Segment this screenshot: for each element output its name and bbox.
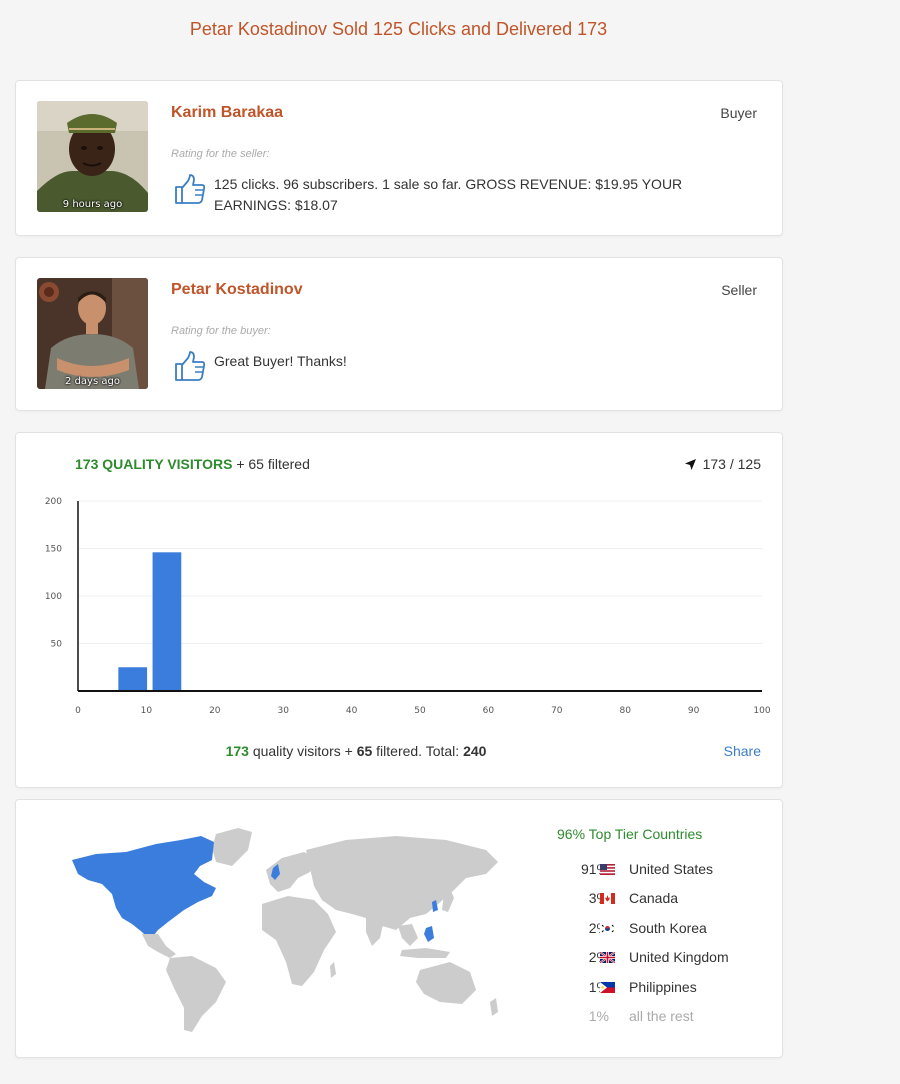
uk-flag-icon [600,952,615,963]
review-text: Great Buyer! Thanks! [214,353,347,369]
south-korea-flag-icon [600,923,615,934]
top-tier-label: 96% Top Tier Countries [557,826,703,842]
philippines-flag-icon [600,982,615,993]
chart-bar[interactable] [118,667,148,691]
reviewer-name[interactable]: Petar Kostadinov [171,281,303,299]
country-name: Philippines [629,979,697,995]
avatar-buyer-image [37,101,148,212]
chart-x-tick-label: 60 [483,706,495,716]
country-row: 2% United Kingdom [536,949,776,971]
country-name: Canada [629,890,679,906]
avatar-buyer[interactable]: 9 hours ago [37,101,148,212]
thumbs-up-icon [175,351,206,381]
totals-total: 240 [463,743,487,759]
chart-y-tick-label: 50 [51,640,63,650]
reviewer-role: Seller [721,282,757,298]
visitors-totals: 173 quality visitors + 65 filtered. Tota… [16,743,696,759]
thumbs-up-icon [175,174,206,204]
review-time: 2 days ago [65,376,120,387]
map-north-america [72,836,216,940]
map-philippines [424,926,434,942]
geo-card: 96% Top Tier Countries 91% United States… [15,799,783,1058]
share-link[interactable]: Share [724,743,761,759]
chart-x-tick-label: 20 [209,706,221,716]
review-card-buyer: 9 hours ago Karim Barakaa Buyer Rating f… [15,80,783,236]
chart-y-tick-label: 200 [45,497,62,507]
reviewer-role: Buyer [720,105,757,121]
country-row: 91% United States [536,861,776,883]
country-name: United States [629,861,714,877]
chart-y-tick-label: 150 [45,545,62,555]
chart-x-tick-label: 100 [753,706,770,716]
canada-flag-icon [600,893,615,904]
reviewer-name[interactable]: Karim Barakaa [171,104,283,122]
chart-x-tick-label: 30 [277,706,289,716]
totals-quality: 173 [225,743,249,759]
rating-label: Rating for the seller: [171,148,270,160]
chart-x-tick-label: 0 [75,706,81,716]
country-row-rest: 1% all the rest [536,1008,776,1030]
review-text: 125 clicks. 96 subscribers. 1 sale so fa… [214,176,683,213]
visitors-chart: 50 100 150 200 0 10 20 30 40 50 60 70 80 90 100 [45,497,771,716]
country-name: all the rest [629,1008,694,1024]
avatar-seller[interactable]: 2 days ago [37,278,148,389]
country-row: 3% Canada [536,890,776,912]
review-time: 9 hours ago [62,199,123,210]
page-title: Petar Kostadinov Sold 125 Clicks and Del… [189,19,608,39]
world-map [72,828,498,1032]
country-percent: 1% [588,1008,609,1024]
country-row: 1% Philippines [536,979,776,1001]
chart-x-tick-label: 50 [414,706,426,716]
country-row: 2% South Korea [536,920,776,942]
review-card-seller: 2 days ago Petar Kostadinov Seller Ratin… [15,257,783,411]
chart-x-tick-label: 40 [346,706,358,716]
visitors-stats-card: 173 QUALITY VISITORS + 65 filtered 173 /… [15,432,783,788]
country-name: United Kingdom [629,949,729,965]
totals-filtered: 65 [356,743,373,759]
totals-quality-text: quality visitors + [252,743,353,759]
rating-label: Rating for the buyer: [171,325,271,337]
chart-bar[interactable] [152,552,182,691]
country-name: South Korea [629,920,707,936]
chart-x-tick-label: 70 [551,706,563,716]
chart-x-tick-label: 10 [141,706,153,716]
chart-x-tick-label: 80 [619,706,631,716]
totals-filtered-text: filtered. Total: [376,743,460,759]
avatar-seller-image [37,278,148,389]
chart-x-tick-label: 90 [688,706,700,716]
us-flag-icon [600,864,615,875]
chart-y-tick-label: 100 [45,592,62,602]
